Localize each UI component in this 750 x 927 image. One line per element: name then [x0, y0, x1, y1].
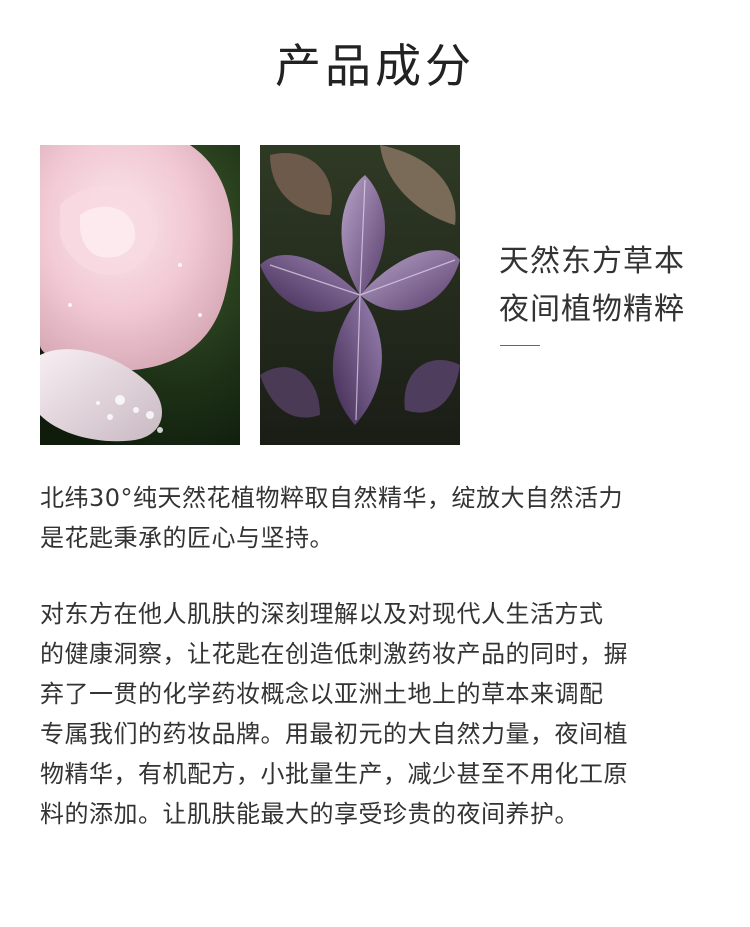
paragraph-line: 的健康洞察，让花匙在创造低刺激药妆产品的同时，摒	[40, 640, 628, 668]
paragraph-line: 料的添加。让肌肤能最大的享受珍贵的夜间养护。	[40, 800, 579, 828]
perilla-image	[260, 145, 460, 445]
intro-paragraph: 北纬30°纯天然花植物粹取自然精华，绽放大自然活力 是花匙秉承的匠心与坚持。	[40, 478, 716, 558]
paragraph-line: 对东方在他人肌肤的深刻理解以及对现代人生活方式	[40, 600, 604, 628]
tagline-line: 夜间植物精粹	[499, 292, 685, 327]
tagline: 天然东方草本 夜间植物精粹	[499, 238, 685, 334]
description-paragraph: 对东方在他人肌肤的深刻理解以及对现代人生活方式 的健康洞察，让花匙在创造低刺激药…	[40, 594, 716, 834]
paragraph-line: 北纬30°纯天然花植物粹取自然精华，绽放大自然活力	[40, 484, 624, 512]
divider	[500, 345, 540, 346]
paragraph-line: 专属我们的药妆品牌。用最初元的大自然力量，夜间植	[40, 720, 628, 748]
paragraph-line: 是花匙秉承的匠心与坚持。	[40, 524, 334, 552]
rose-image	[40, 145, 240, 445]
paragraph-line: 物精华，有机配方，小批量生产，减少甚至不用化工原	[40, 760, 628, 788]
page-title: 产品成分	[275, 39, 475, 93]
paragraph-line: 弃了一贯的化学药妆概念以亚洲土地上的草本来调配	[40, 680, 604, 708]
tagline-line: 天然东方草本	[499, 244, 685, 279]
